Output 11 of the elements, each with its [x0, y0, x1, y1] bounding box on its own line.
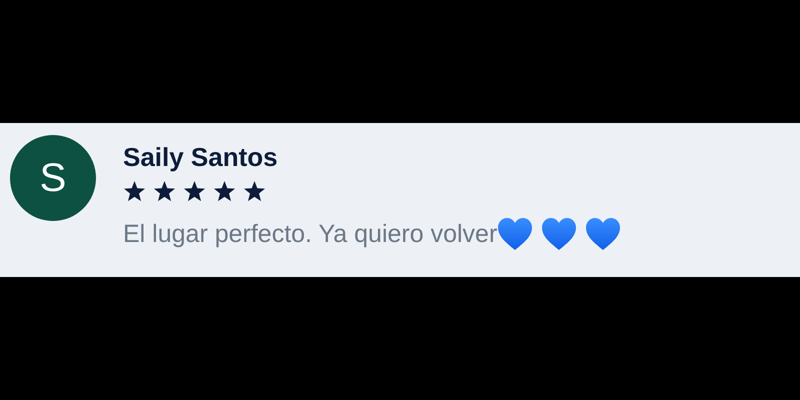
heart-icon	[497, 217, 534, 251]
heart-icon	[585, 217, 622, 251]
star-icon	[123, 181, 146, 203]
star-icon	[243, 181, 266, 203]
review-comment: El lugar perfecto. Ya quiero volver	[123, 219, 498, 250]
avatar: S	[10, 135, 96, 221]
reviewer-name: Saily Santos	[123, 141, 279, 173]
star-icon	[153, 181, 176, 203]
heart-icon	[541, 217, 578, 251]
star-icon	[183, 181, 206, 203]
star-icon	[213, 181, 236, 203]
